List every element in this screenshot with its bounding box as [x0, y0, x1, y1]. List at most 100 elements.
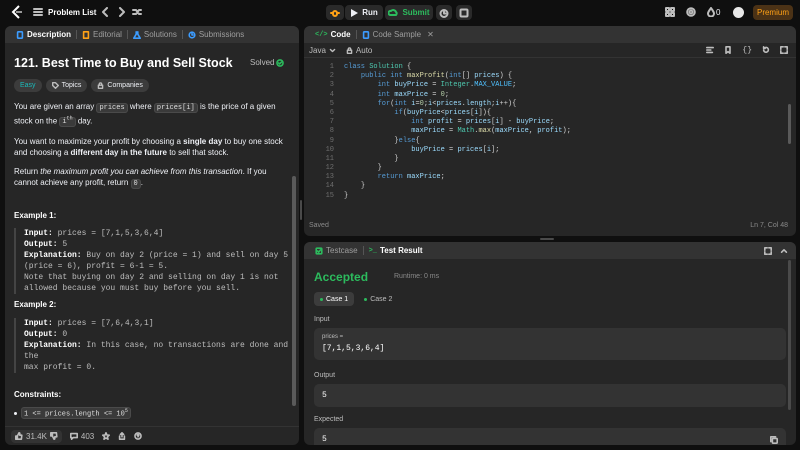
tab-description-label: Description	[27, 30, 72, 39]
result-status: Accepted	[314, 270, 369, 284]
label: Input:	[24, 229, 53, 238]
notes-icon[interactable]	[456, 5, 472, 20]
settings-gear-icon[interactable]	[686, 7, 696, 17]
result-scrollbar[interactable]	[788, 260, 791, 410]
submit-button[interactable]: Submit	[385, 5, 433, 20]
streak-fire-icon[interactable]	[706, 7, 716, 17]
copy-icon[interactable]	[770, 435, 778, 444]
tab-editorial[interactable]: Editorial	[77, 26, 127, 43]
language-select[interactable]: Java	[309, 46, 336, 55]
leetcode-logo[interactable]	[10, 5, 24, 19]
comments-button[interactable]: 403	[69, 431, 95, 441]
editor-toolbar: Java Auto {}	[304, 43, 796, 58]
tab-description[interactable]: Description	[11, 26, 76, 43]
thumbs-up-icon	[15, 432, 23, 440]
inline-code: prices	[96, 103, 128, 113]
topics-button[interactable]: Topics	[45, 79, 88, 92]
description-paragraph-3: Return the maximum profit you can achiev…	[14, 166, 286, 190]
case-tabs: Case 1 Case 2	[314, 292, 398, 306]
italic-text: the maximum profit you can achieve from …	[40, 167, 243, 177]
vertical-resize-handle[interactable]	[300, 200, 302, 220]
expected-label: Expected	[314, 416, 344, 423]
reset-icon[interactable]	[762, 46, 770, 54]
left-scrollbar[interactable]	[292, 176, 296, 406]
user-avatar[interactable]	[733, 7, 744, 18]
language-label: Java	[309, 45, 326, 55]
premium-label: Premium	[756, 8, 789, 17]
layout-grid-icon[interactable]	[665, 7, 675, 17]
constraint-item: 1 <= prices.length <= 105	[14, 407, 131, 420]
example-2-output: Output: 0	[24, 329, 294, 340]
line-number: 10	[325, 145, 334, 154]
description-tabs: Description Editorial Solutions Submissi…	[5, 26, 299, 43]
submit-label: Submit	[402, 8, 430, 17]
run-button[interactable]: Run	[345, 5, 383, 20]
description-footer: 31.4K 403	[5, 426, 299, 445]
code-area[interactable]: 1 class Solution { 2 public int maxProfit…	[304, 63, 784, 201]
bold-text: different day in the future	[70, 148, 167, 158]
tab-test-result[interactable]: >_ Test Result	[364, 242, 428, 259]
runtime-text: Runtime: 0 ms	[394, 273, 440, 280]
expected-box: 5	[314, 428, 786, 445]
debug-button[interactable]	[326, 5, 344, 20]
braces-icon[interactable]: {}	[742, 46, 752, 55]
comment-count: 403	[80, 431, 95, 441]
code-line: 14 }	[304, 182, 784, 191]
problem-list-link[interactable]: Problem List	[48, 8, 96, 17]
history-icon	[188, 30, 196, 39]
code-line: 3 int buyPrice = Integer.MAX_VALUE;	[304, 81, 784, 90]
horizontal-resize-handle[interactable]	[540, 238, 554, 240]
tab-code-sample[interactable]: Code Sample ✕	[357, 26, 439, 43]
thumbs-down-icon	[49, 432, 58, 440]
tab-submissions[interactable]: Submissions	[183, 26, 249, 43]
tab-code[interactable]: </> Code	[310, 26, 356, 43]
cursor-position: Ln 7, Col 48	[750, 222, 788, 229]
tab-testcase[interactable]: Testcase	[310, 242, 363, 259]
tab-solutions[interactable]: Solutions	[128, 26, 182, 43]
text: Return	[14, 167, 39, 177]
case-tab-1[interactable]: Case 1	[314, 292, 355, 306]
companies-button[interactable]: Companies	[91, 79, 149, 92]
tab-test-result-label: Test Result	[379, 246, 423, 255]
shuffle-icon[interactable]	[132, 7, 142, 17]
fullscreen-icon[interactable]	[780, 46, 788, 54]
share-icon[interactable]	[118, 432, 126, 440]
save-status: Saved	[309, 222, 329, 229]
passed-dot	[320, 297, 323, 301]
collapse-icon[interactable]	[780, 247, 788, 255]
like-button[interactable]: 31.4K	[11, 429, 62, 443]
tab-editorial-label: Editorial	[93, 30, 122, 39]
autocomplete-toggle[interactable]: Auto	[346, 46, 372, 55]
result-tabs: Testcase >_ Test Result	[304, 242, 796, 259]
help-icon[interactable]	[134, 432, 143, 440]
example-1-explanation-line: allowed because you must buy before you …	[24, 284, 241, 293]
difficulty-badge[interactable]: Easy	[14, 79, 42, 92]
document-icon	[16, 30, 24, 39]
tab-code-label: Code	[330, 30, 351, 39]
case-tab-2[interactable]: Case 2	[358, 292, 398, 306]
prev-problem-icon[interactable]	[101, 7, 111, 17]
next-problem-icon[interactable]	[116, 7, 126, 17]
format-icon[interactable]	[706, 46, 715, 54]
example-2-title: Example 2:	[14, 300, 57, 309]
list-icon[interactable]	[33, 7, 43, 17]
code-line: 1 class Solution {	[304, 63, 784, 72]
code-line: 5 for(int i=0;i<prices.length;i++){	[304, 100, 784, 109]
line-number: 6	[329, 108, 334, 117]
bookmark-icon[interactable]	[724, 46, 732, 54]
line-number: 7	[329, 118, 334, 127]
close-icon[interactable]: ✕	[427, 30, 434, 39]
tab-solutions-label: Solutions	[143, 30, 177, 39]
superscript: 5	[124, 408, 128, 414]
like-count: 31.4K	[26, 431, 47, 441]
input-label: Input	[314, 316, 330, 323]
example-2-explanation-line: max profit = 0.	[24, 363, 97, 372]
maximize-icon[interactable]	[764, 246, 772, 255]
constraint-code: 1 <= prices.length <= 105	[21, 407, 131, 420]
star-icon[interactable]	[102, 432, 111, 440]
value: prices = [7,1,5,3,6,4]	[57, 229, 164, 238]
premium-button[interactable]: Premium	[753, 5, 793, 20]
alarm-icon[interactable]	[436, 5, 452, 20]
code-line: 4 int maxPrice = 0;	[304, 91, 784, 100]
editor-scrollbar[interactable]	[788, 104, 791, 144]
